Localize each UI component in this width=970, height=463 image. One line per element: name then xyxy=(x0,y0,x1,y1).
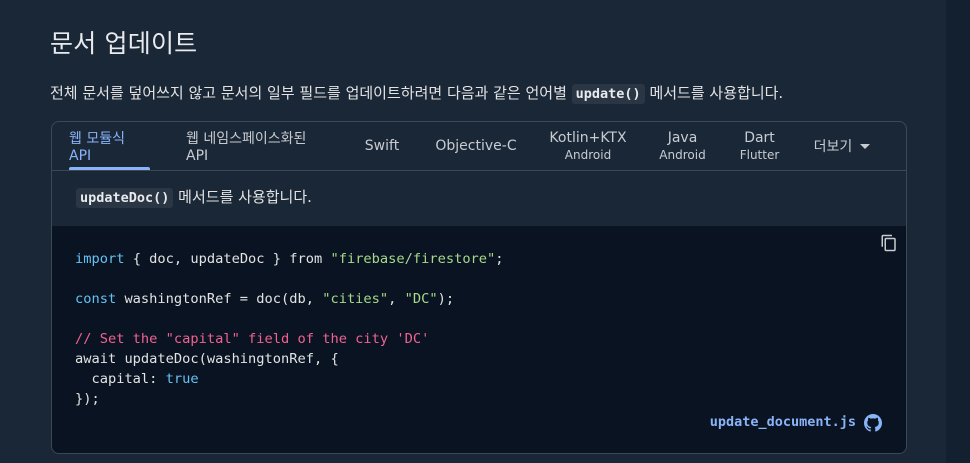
code-keyword: const xyxy=(75,291,117,307)
tab-label: Objective-C xyxy=(435,138,517,154)
intro-text: 전체 문서를 덮어쓰지 않고 문서의 일부 필드를 업데이트하려면 다음과 같은… xyxy=(50,82,784,104)
code-keyword: import xyxy=(75,251,125,267)
chevron-down-icon xyxy=(860,143,871,149)
source-file-link[interactable]: update_document.js xyxy=(710,414,856,430)
code-keyword: true xyxy=(165,371,199,387)
tab-web-namespaced-api[interactable]: 웹 네임스페이스화된 API xyxy=(186,122,331,170)
page-title: 문서 업데이트 xyxy=(50,29,198,58)
tab-description: updateDoc() 메서드를 사용합니다. xyxy=(76,186,312,208)
code-string: "cities" xyxy=(322,291,389,307)
code-text: await updateDoc(washingtonRef, { xyxy=(75,351,339,367)
more-tabs-button[interactable]: 더보기 xyxy=(812,122,872,170)
intro-before: 전체 문서를 덮어쓰지 않고 문서의 일부 필드를 업데이트하려면 다음과 같은… xyxy=(50,84,572,102)
page-container: 문서 업데이트 전체 문서를 덮어쓰지 않고 문서의 일부 필드를 업데이트하려… xyxy=(0,0,946,463)
tab-sublabel: Flutter xyxy=(739,148,780,162)
tab-swift[interactable]: Swift xyxy=(363,122,401,170)
code-text: capital: xyxy=(75,371,166,387)
code-text: ); xyxy=(437,291,455,307)
copy-icon[interactable] xyxy=(880,234,898,252)
tab-sublabel: Android xyxy=(564,148,612,162)
tab-label: Kotlin+KTX xyxy=(549,130,627,146)
tab-label: Dart xyxy=(744,130,775,146)
tab-label: Java xyxy=(667,130,698,146)
tab-kotlin-ktx[interactable]: Kotlin+KTX Android xyxy=(549,122,627,170)
intro-after: 메서드를 사용합니다. xyxy=(644,84,784,102)
code-string: "DC" xyxy=(404,291,438,307)
tab-label: 웹 네임스페이스화된 API xyxy=(186,131,307,164)
tab-label: 더보기 xyxy=(813,139,853,155)
code-text: , xyxy=(388,291,405,307)
code-block: import { doc, updateDoc } from "firebase… xyxy=(52,226,906,453)
update-method-code: update() xyxy=(571,84,645,104)
code-text: ; xyxy=(495,251,504,267)
tab-dart[interactable]: Dart Flutter xyxy=(737,122,782,170)
tab-web-modular-api[interactable]: 웹 모듈식 API xyxy=(69,122,150,170)
tab-label: Swift xyxy=(364,138,400,154)
code-text: washingtonRef = doc(db, xyxy=(116,291,323,307)
tab-label: 웹 모듈식 API xyxy=(69,131,125,164)
code-comment: // Set the "capital" field of the city '… xyxy=(75,331,430,347)
language-tabs: 웹 모듈식 API 웹 네임스페이스화된 API Swift Objective… xyxy=(52,122,906,171)
tab-sublabel: Android xyxy=(659,148,706,162)
code-content: import { doc, updateDoc } from "firebase… xyxy=(75,249,504,409)
code-text: { doc, updateDoc } from xyxy=(124,251,331,267)
github-icon[interactable] xyxy=(864,414,882,432)
code-text: }); xyxy=(75,391,100,407)
code-string: "firebase/firestore" xyxy=(330,251,496,267)
update-doc-method-code: updateDoc() xyxy=(76,188,174,208)
tab-objective-c[interactable]: Objective-C xyxy=(433,122,519,170)
tab-java[interactable]: Java Android xyxy=(655,122,710,170)
code-tab-card: 웹 모듈식 API 웹 네임스페이스화된 API Swift Objective… xyxy=(51,121,907,454)
tab-description-text: 메서드를 사용합니다. xyxy=(173,188,312,206)
